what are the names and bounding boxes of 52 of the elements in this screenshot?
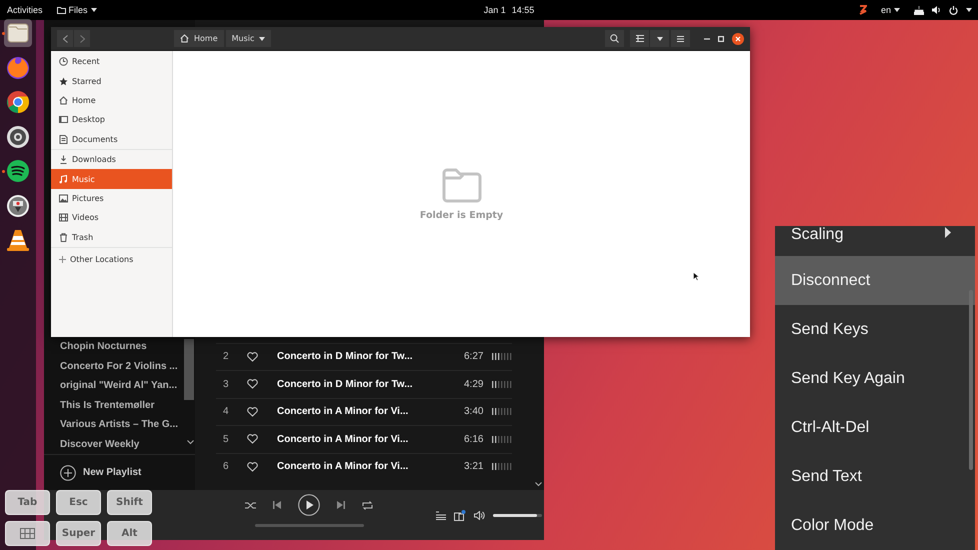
menu-item[interactable]: Color Mode	[775, 501, 975, 550]
clock: 14:55	[512, 5, 534, 15]
track-number: 3	[222, 378, 230, 390]
track-duration: 6:27	[464, 351, 484, 362]
key-button[interactable]: Tab	[5, 490, 50, 515]
track-title[interactable]: Concerto in A Minor for Vi...	[277, 434, 464, 445]
path-button[interactable]: Home	[174, 30, 224, 47]
sidebar-item[interactable]: Pictures	[51, 188, 172, 208]
key-button[interactable]: Esc	[56, 490, 101, 515]
track-duration: 3:21	[464, 461, 484, 472]
menu-item[interactable]: Disconnect	[775, 256, 975, 305]
track-duration: 4:29	[464, 378, 484, 390]
sidebar-item[interactable]: Recent	[51, 52, 172, 72]
menu-item[interactable]: Send Key Again	[775, 354, 975, 403]
playlist-item[interactable]: original "Weird Al" Yan...	[44, 376, 195, 396]
track-title[interactable]: Concerto in D Minor for Tw...	[277, 378, 464, 390]
sidebar-item[interactable]: Downloads	[51, 150, 172, 170]
playlist-item[interactable]: Chopin Nocturnes	[44, 337, 195, 356]
playlist-item[interactable]: Various Artists – The G...	[44, 415, 195, 434]
sidebar-item[interactable]: Desktop	[51, 110, 172, 130]
track-title[interactable]: Concerto in A Minor for Vi...	[277, 406, 464, 418]
path-button[interactable]: Music	[226, 30, 272, 47]
menu-item[interactable]: Send Keys	[775, 305, 975, 354]
track-title[interactable]: Concerto in D Minor for Tw...	[277, 351, 464, 362]
sidebar-item[interactable]: Music	[51, 169, 172, 189]
menu-item[interactable]: Ctrl-Alt-Del	[775, 403, 975, 452]
sidebar-item[interactable]: Videos	[51, 208, 172, 228]
menu-item[interactable]: Scaling	[775, 226, 975, 256]
sidebar-item[interactable]: Documents	[51, 130, 172, 149]
playlist-item[interactable]: Discover Weekly	[44, 434, 195, 454]
track-title[interactable]: Concerto in A Minor for Vi...	[277, 461, 464, 472]
activities-button[interactable]: Activities	[7, 5, 43, 15]
key-button[interactable]: Super	[56, 521, 101, 546]
playlist-item[interactable]: This Is Trentemøller	[44, 396, 195, 415]
sidebar-item[interactable]: Trash	[51, 228, 172, 247]
empty-folder-message: Folder is Empty	[420, 210, 504, 221]
sidebar-item[interactable]: Other Locations	[51, 250, 172, 270]
playlist-item[interactable]: Concerto For 2 Violins ...	[44, 356, 195, 376]
key-button[interactable]: Alt	[107, 521, 152, 546]
app-menu[interactable]: Files	[56, 5, 97, 15]
sidebar-item[interactable]: Home	[51, 90, 172, 110]
sidebar-item[interactable]: Starred	[51, 71, 172, 91]
track-number: 6	[222, 461, 230, 472]
menu-item[interactable]: Send Text	[775, 452, 975, 501]
track-duration: 3:40	[464, 406, 484, 418]
track-number: 4	[222, 406, 230, 418]
track-number: 2	[222, 351, 230, 362]
track-number: 5	[222, 434, 230, 445]
language-menu[interactable]: en	[880, 5, 900, 15]
track-duration: 6:16	[464, 434, 484, 445]
date: Jan 1	[484, 5, 506, 15]
key-button[interactable]: Shift	[107, 490, 152, 515]
